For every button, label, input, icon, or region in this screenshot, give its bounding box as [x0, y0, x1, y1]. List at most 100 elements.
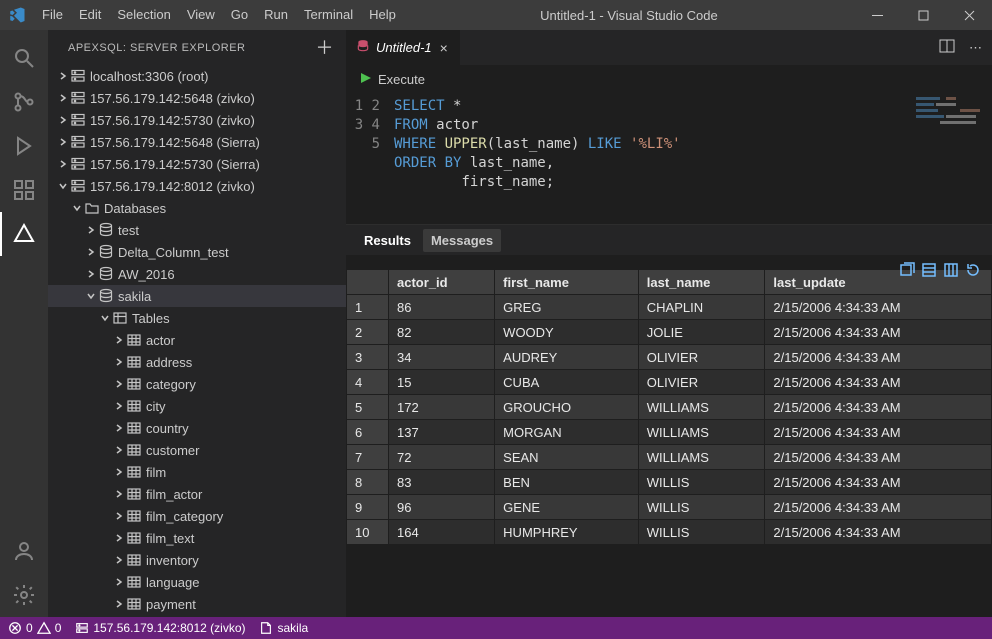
cell-last_name[interactable]: WILLIS [638, 520, 765, 545]
cell-actor_id[interactable]: 82 [389, 320, 495, 345]
cell-actor_id[interactable]: 34 [389, 345, 495, 370]
cell-first_name[interactable]: GENE [495, 495, 639, 520]
tab-untitled-1[interactable]: Untitled-1 × [346, 30, 461, 65]
results-action-3[interactable] [942, 261, 960, 279]
cell-last_update[interactable]: 2/15/2006 4:34:33 AM [765, 470, 992, 495]
execute-label[interactable]: Execute [378, 72, 425, 87]
table-row[interactable]: 334AUDREYOLIVIER2/15/2006 4:34:33 AM [347, 345, 992, 370]
cell-last_name[interactable]: JOLIE [638, 320, 765, 345]
table-film_actor[interactable]: film_actor [48, 483, 346, 505]
table-row[interactable]: 415CUBAOLIVIER2/15/2006 4:34:33 AM [347, 370, 992, 395]
cell-first_name[interactable]: CUBA [495, 370, 639, 395]
table-row[interactable]: 5172GROUCHOWILLIAMS2/15/2006 4:34:33 AM [347, 395, 992, 420]
status-connection[interactable]: 157.56.179.142:8012 (zivko) [75, 621, 245, 635]
status-database[interactable]: sakila [259, 621, 308, 635]
menu-edit[interactable]: Edit [71, 0, 109, 30]
table-country[interactable]: country [48, 417, 346, 439]
cell-actor_id[interactable]: 86 [389, 295, 495, 320]
activity-apexsql[interactable] [0, 212, 48, 256]
cell-last_name[interactable]: OLIVIER [638, 345, 765, 370]
cell-first_name[interactable]: WOODY [495, 320, 639, 345]
server-0[interactable]: localhost:3306 (root) [48, 65, 346, 87]
activity-run[interactable] [0, 124, 48, 168]
cell-first_name[interactable]: SEAN [495, 445, 639, 470]
table-address[interactable]: address [48, 351, 346, 373]
col-actor_id[interactable]: actor_id [389, 270, 495, 295]
menu-selection[interactable]: Selection [109, 0, 178, 30]
tab-close-button[interactable]: × [438, 40, 450, 56]
add-connection-button[interactable]: ＋ [316, 39, 335, 57]
cell-last_update[interactable]: 2/15/2006 4:34:33 AM [765, 345, 992, 370]
menu-view[interactable]: View [179, 0, 223, 30]
menu-file[interactable]: File [34, 0, 71, 30]
cell-last_name[interactable]: WILLIAMS [638, 445, 765, 470]
activity-settings[interactable] [0, 573, 48, 617]
database-test[interactable]: test [48, 219, 346, 241]
maximize-button[interactable] [900, 0, 946, 30]
minimap[interactable] [916, 97, 986, 137]
server-1[interactable]: 157.56.179.142:5648 (zivko) [48, 87, 346, 109]
code-content[interactable]: SELECT * FROM actor WHERE UPPER(last_nam… [394, 93, 681, 196]
database-AW_2016[interactable]: AW_2016 [48, 263, 346, 285]
cell-last_update[interactable]: 2/15/2006 4:34:33 AM [765, 295, 992, 320]
table-row[interactable]: 883BENWILLIS2/15/2006 4:34:33 AM [347, 470, 992, 495]
table-film_text[interactable]: film_text [48, 527, 346, 549]
cell-last_update[interactable]: 2/15/2006 4:34:33 AM [765, 420, 992, 445]
table-film[interactable]: film [48, 461, 346, 483]
menu-terminal[interactable]: Terminal [296, 0, 361, 30]
table-row[interactable]: 996GENEWILLIS2/15/2006 4:34:33 AM [347, 495, 992, 520]
cell-last_name[interactable]: OLIVIER [638, 370, 765, 395]
server-2[interactable]: 157.56.179.142:5730 (zivko) [48, 109, 346, 131]
table-city[interactable]: city [48, 395, 346, 417]
table-inventory[interactable]: inventory [48, 549, 346, 571]
cell-first_name[interactable]: BEN [495, 470, 639, 495]
cell-last_name[interactable]: WILLIAMS [638, 395, 765, 420]
databases-folder[interactable]: Databases [48, 197, 346, 219]
panel-tab-results[interactable]: Results [356, 229, 419, 252]
cell-last_update[interactable]: 2/15/2006 4:34:33 AM [765, 320, 992, 345]
table-category[interactable]: category [48, 373, 346, 395]
cell-actor_id[interactable]: 72 [389, 445, 495, 470]
cell-last_update[interactable]: 2/15/2006 4:34:33 AM [765, 370, 992, 395]
rownum-header[interactable] [347, 270, 389, 295]
table-row[interactable]: 6137MORGANWILLIAMS2/15/2006 4:34:33 AM [347, 420, 992, 445]
table-language[interactable]: language [48, 571, 346, 593]
panel-tab-messages[interactable]: Messages [423, 229, 501, 252]
results-action-2[interactable] [920, 261, 938, 279]
cell-last_update[interactable]: 2/15/2006 4:34:33 AM [765, 445, 992, 470]
cell-last_name[interactable]: WILLIS [638, 470, 765, 495]
cell-first_name[interactable]: AUDREY [495, 345, 639, 370]
code-editor[interactable]: 1 2 3 4 5 SELECT * FROM actor WHERE UPPE… [346, 93, 992, 196]
cell-first_name[interactable]: MORGAN [495, 420, 639, 445]
menu-run[interactable]: Run [256, 0, 296, 30]
activity-extensions[interactable] [0, 168, 48, 212]
server-5[interactable]: 157.56.179.142:8012 (zivko) [48, 175, 346, 197]
cell-last_update[interactable]: 2/15/2006 4:34:33 AM [765, 520, 992, 545]
results-action-4[interactable] [964, 261, 982, 279]
table-customer[interactable]: customer [48, 439, 346, 461]
cell-actor_id[interactable]: 137 [389, 420, 495, 445]
menu-help[interactable]: Help [361, 0, 404, 30]
server-4[interactable]: 157.56.179.142:5730 (Sierra) [48, 153, 346, 175]
cell-last_name[interactable]: WILLIAMS [638, 420, 765, 445]
cell-first_name[interactable]: HUMPHREY [495, 520, 639, 545]
tables-folder[interactable]: Tables [48, 307, 346, 329]
cell-actor_id[interactable]: 164 [389, 520, 495, 545]
cell-first_name[interactable]: GREG [495, 295, 639, 320]
cell-actor_id[interactable]: 96 [389, 495, 495, 520]
play-icon[interactable] [360, 72, 372, 87]
cell-actor_id[interactable]: 172 [389, 395, 495, 420]
table-payment[interactable]: payment [48, 593, 346, 615]
cell-last_name[interactable]: CHAPLIN [638, 295, 765, 320]
cell-last_update[interactable]: 2/15/2006 4:34:33 AM [765, 395, 992, 420]
results-grid[interactable]: actor_idfirst_namelast_namelast_update 1… [346, 269, 992, 617]
split-editor-button[interactable] [939, 38, 955, 57]
table-row[interactable]: 10164HUMPHREYWILLIS2/15/2006 4:34:33 AM [347, 520, 992, 545]
cell-last_update[interactable]: 2/15/2006 4:34:33 AM [765, 495, 992, 520]
table-row[interactable]: 282WOODYJOLIE2/15/2006 4:34:33 AM [347, 320, 992, 345]
close-button[interactable] [946, 0, 992, 30]
col-first_name[interactable]: first_name [495, 270, 639, 295]
menu-go[interactable]: Go [223, 0, 256, 30]
activity-accounts[interactable] [0, 529, 48, 573]
server-3[interactable]: 157.56.179.142:5648 (Sierra) [48, 131, 346, 153]
